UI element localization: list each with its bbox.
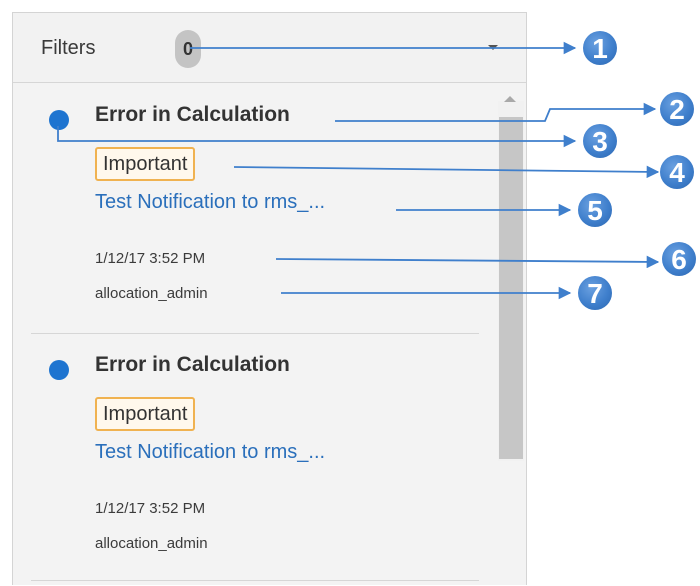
notification-item[interactable]: Error in Calculation Important Test Noti… [13,333,483,578]
notification-link[interactable]: Test Notification to rms_... [95,191,325,214]
notification-timestamp: 1/12/17 3:52 PM [95,500,206,517]
callout-4: 4 [660,155,694,189]
unread-indicator-icon [49,360,69,380]
priority-badge: Important [95,397,196,431]
filters-bar[interactable]: Filters 0 [13,13,526,83]
callout-2: 2 [660,92,694,126]
notification-user: allocation_admin [95,535,208,552]
notification-item[interactable]: Error in Calculation Important Test Noti… [13,83,483,328]
notification-timestamp: 1/12/17 3:52 PM [95,250,206,267]
filters-label: Filters [41,37,96,59]
unread-indicator-icon [49,110,69,130]
divider [31,580,479,581]
callout-1: 1 [583,31,617,65]
priority-badge: Important [95,147,196,181]
notification-title: Error in Calculation [95,103,290,126]
callout-5: 5 [578,193,612,227]
callout-6: 6 [662,242,696,276]
notification-title: Error in Calculation [95,353,290,376]
scroll-up-icon[interactable] [504,96,516,102]
callout-3: 3 [583,124,617,158]
notification-user: allocation_admin [95,285,208,302]
notifications-panel: Filters 0 Error in Calculation Important… [12,12,527,585]
callout-7: 7 [578,276,612,310]
notification-link[interactable]: Test Notification to rms_... [95,441,325,464]
filters-count-badge: 0 [175,30,201,68]
notification-list: Error in Calculation Important Test Noti… [13,83,526,586]
scrollbar-thumb[interactable] [499,117,523,459]
chevron-down-icon[interactable] [488,45,498,50]
